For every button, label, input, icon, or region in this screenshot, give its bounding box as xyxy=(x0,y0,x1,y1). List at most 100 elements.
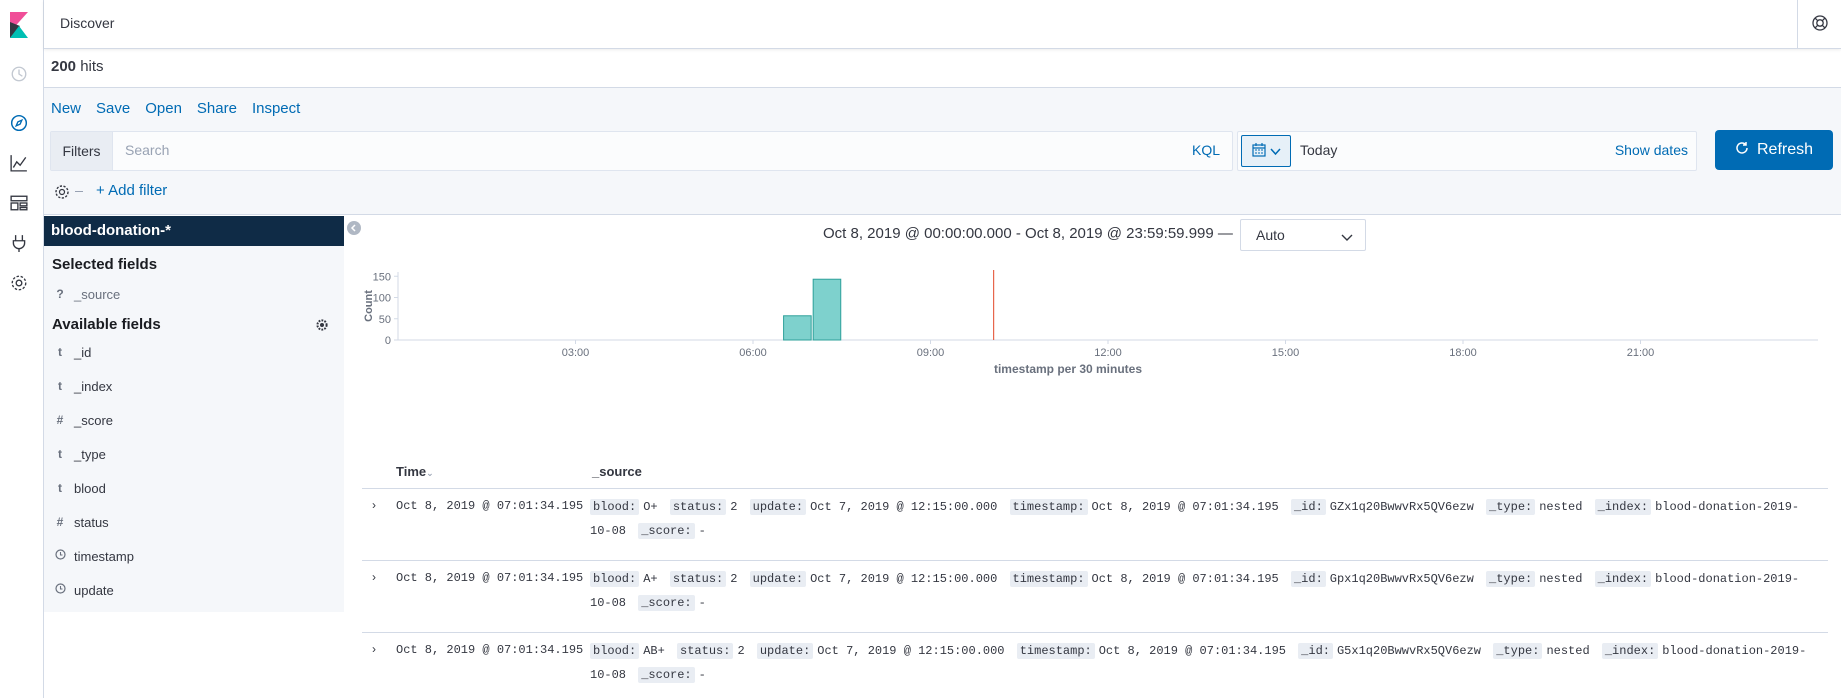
source-key: _score: xyxy=(638,523,695,539)
help-icon xyxy=(1811,14,1828,34)
field-item-source[interactable]: ? _source xyxy=(52,284,120,304)
date-picker[interactable]: Today Show dates xyxy=(1237,131,1697,171)
y-axis-label: Count xyxy=(363,290,375,322)
source-value: Oct 7, 2019 @ 12:15:00.000 xyxy=(810,572,998,586)
search-input[interactable]: Search xyxy=(125,142,169,158)
dashboard-icon[interactable] xyxy=(9,193,29,213)
source-value: nested xyxy=(1539,572,1583,586)
interval-select[interactable]: Auto xyxy=(1240,219,1366,251)
source-key: _index: xyxy=(1594,499,1652,515)
y-tick-label: 150 xyxy=(373,271,391,283)
save-button[interactable]: Save xyxy=(96,100,130,117)
share-button[interactable]: Share xyxy=(197,100,237,117)
recent-icon[interactable] xyxy=(9,64,29,84)
row-source: blood: AB+ status: 2 update: Oct 7, 2019 @ … xyxy=(590,639,1810,687)
visualize-icon[interactable] xyxy=(9,153,29,173)
open-button[interactable]: Open xyxy=(145,100,182,117)
x-tick-label: 18:00 xyxy=(1449,347,1477,359)
filters-label: Filters xyxy=(51,132,113,170)
inspect-button[interactable]: Inspect xyxy=(252,100,300,117)
source-key: blood: xyxy=(590,571,640,587)
kql-toggle[interactable]: KQL xyxy=(1192,142,1220,158)
table-row[interactable]: › Oct 8, 2019 @ 07:01:34.195 blood: AB+ sta… xyxy=(362,633,1828,698)
add-filter-button[interactable]: + Add filter xyxy=(96,182,167,199)
management-icon[interactable] xyxy=(9,273,29,293)
table-row[interactable]: › Oct 8, 2019 @ 07:01:34.195 blood: O+ stat… xyxy=(362,489,1828,561)
x-axis-label: timestamp per 30 minutes xyxy=(994,362,1142,376)
expand-row-icon[interactable]: › xyxy=(372,498,376,512)
search-bar[interactable]: Filters Search KQL xyxy=(50,131,1233,171)
hits-number: 200 xyxy=(51,58,77,75)
column-label: Time xyxy=(396,464,427,479)
hits-label: hits xyxy=(80,58,104,75)
x-tick-label: 06:00 xyxy=(739,347,767,359)
kibana-logo-icon[interactable] xyxy=(8,12,30,38)
index-pattern-selector[interactable]: blood-donation-* xyxy=(44,216,344,246)
source-key: timestamp: xyxy=(1016,643,1095,659)
top-nav-menu: New Save Open Share Inspect xyxy=(51,100,315,117)
clock-icon xyxy=(52,549,68,563)
row-source: blood: A+ status: 2 update: Oct 7, 2019 @ 1… xyxy=(590,567,1810,615)
source-value: 2 xyxy=(730,572,738,586)
header-bar: Discover xyxy=(44,0,1841,49)
source-key: _id: xyxy=(1298,643,1333,659)
source-value: 2 xyxy=(730,500,738,514)
time-column-header[interactable]: Time⌄ xyxy=(396,464,434,479)
field-item-update[interactable]: update xyxy=(52,580,114,600)
histogram-chart[interactable]: 0 50 100 150 03:00 06:00 09:00 12:00 15:00 18:00 2… xyxy=(360,262,1830,442)
source-key: timestamp: xyxy=(1009,571,1088,587)
chevron-down-icon xyxy=(1269,143,1281,159)
x-tick-label: 21:00 xyxy=(1627,347,1655,359)
number-type-icon: # xyxy=(56,515,64,529)
field-item-score[interactable]: # _score xyxy=(52,410,113,430)
x-tick-label: 03:00 xyxy=(562,347,590,359)
field-name: _type xyxy=(74,446,106,462)
sort-down-icon[interactable]: ⌄ xyxy=(426,468,434,478)
clock-icon xyxy=(52,583,68,597)
field-sidebar: blood-donation-* Selected fields ? _sour… xyxy=(44,216,344,612)
source-value: - xyxy=(698,524,706,538)
source-key: _id: xyxy=(1290,571,1326,587)
field-item-id[interactable]: t _id xyxy=(52,342,91,362)
new-button[interactable]: New xyxy=(51,100,81,117)
filter-settings-icon[interactable] xyxy=(54,184,70,203)
collapse-sidebar-button[interactable] xyxy=(347,221,361,235)
field-item-index[interactable]: t _index xyxy=(52,376,112,396)
y-tick-label: 0 xyxy=(385,335,391,347)
quick-menu-button[interactable] xyxy=(1241,135,1291,167)
source-value: nested xyxy=(1546,644,1590,658)
field-filter-settings-icon[interactable] xyxy=(316,318,328,334)
field-name: _source xyxy=(74,286,121,302)
field-item-status[interactable]: # status xyxy=(52,512,109,532)
source-value: nested xyxy=(1539,500,1583,514)
field-item-timestamp[interactable]: timestamp xyxy=(52,546,134,566)
discover-icon[interactable] xyxy=(9,113,29,133)
date-value[interactable]: Today xyxy=(1300,142,1337,158)
source-key: blood: xyxy=(590,499,640,515)
source-value: G5x1q20BwwvRx5QV6ezw xyxy=(1336,644,1482,658)
string-type-icon: t xyxy=(58,379,62,393)
field-name: blood xyxy=(74,480,106,496)
row-time: Oct 8, 2019 @ 07:01:34.195 xyxy=(396,643,584,657)
source-value: O+ xyxy=(643,500,658,514)
source-key: _type: xyxy=(1493,643,1543,659)
dev-tools-icon[interactable] xyxy=(9,233,29,253)
expand-row-icon[interactable]: › xyxy=(372,642,376,656)
table-row[interactable]: › Oct 8, 2019 @ 07:01:34.195 blood: A+ stat… xyxy=(362,561,1828,633)
refresh-button[interactable]: Refresh xyxy=(1715,130,1833,170)
field-item-type[interactable]: t _type xyxy=(52,444,106,464)
source-value: 2 xyxy=(737,644,745,658)
source-key: _type: xyxy=(1486,571,1536,587)
help-button[interactable] xyxy=(1797,0,1841,48)
source-value: - xyxy=(698,668,706,682)
calendar-icon xyxy=(1251,142,1266,160)
source-value: Gpx1q20BwwvRx5QV6ezw xyxy=(1329,572,1474,586)
expand-row-icon[interactable]: › xyxy=(372,570,376,584)
x-tick-label: 12:00 xyxy=(1094,347,1122,359)
string-type-icon: t xyxy=(58,481,62,495)
app-title: Discover xyxy=(60,15,115,31)
source-key: update: xyxy=(749,571,807,587)
source-key: status: xyxy=(669,571,727,587)
field-item-blood[interactable]: t blood xyxy=(52,478,106,498)
show-dates-link[interactable]: Show dates xyxy=(1615,142,1688,158)
